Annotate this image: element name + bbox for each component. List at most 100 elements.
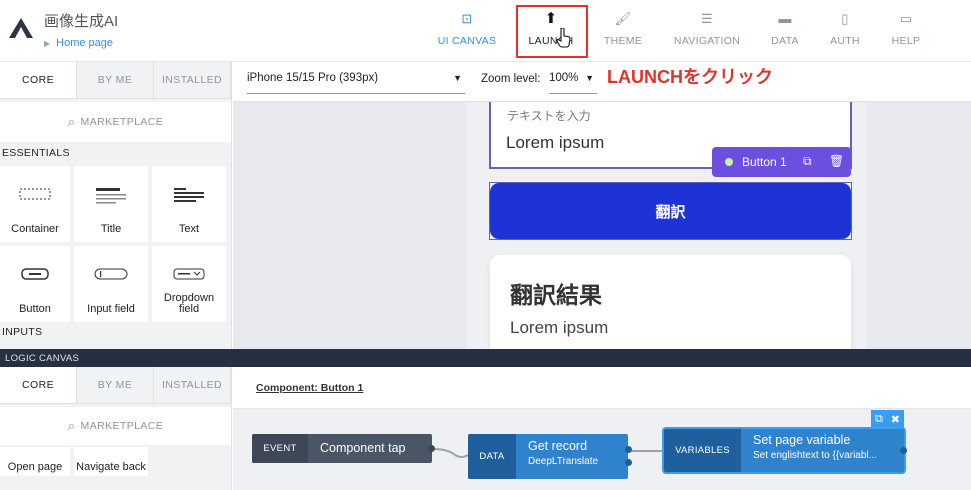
component-label: Container xyxy=(11,223,59,235)
container-icon xyxy=(19,188,51,200)
data-node[interactable]: DATA Get record DeepLTranslate xyxy=(468,434,628,479)
component-dropdown-field[interactable]: Dropdown field xyxy=(152,246,226,322)
component-label: Dropdown field xyxy=(163,292,215,315)
component-text[interactable]: Text xyxy=(152,166,226,242)
launch-highlight-box xyxy=(516,5,588,58)
zoom-label: Zoom level: xyxy=(481,73,541,85)
app-title: 画像生成AI xyxy=(44,13,119,30)
nav-label: NAVIGATION xyxy=(673,35,741,47)
nav-label: HELP xyxy=(891,35,921,47)
node-title: Set page variable xyxy=(753,433,851,447)
auth-file-icon: ▯ xyxy=(841,11,849,26)
selected-component-name: Button 1 xyxy=(742,155,787,169)
tab-installed[interactable]: INSTALLED xyxy=(154,367,231,403)
connector-port[interactable] xyxy=(428,445,435,452)
node-title: Component tap xyxy=(320,441,406,455)
input-field-icon xyxy=(94,268,128,280)
duplicate-icon[interactable]: ⧉ xyxy=(803,154,812,169)
nav-theme[interactable]: 🖌 THEME xyxy=(601,10,645,50)
event-node[interactable]: EVENT Component tap xyxy=(252,434,432,463)
breadcrumb[interactable]: ▶ Home page xyxy=(44,37,113,49)
marketplace-label: MARKETPLACE xyxy=(80,420,164,432)
navigation-list-icon: ☰ xyxy=(701,11,713,26)
node-body: Get record DeepLTranslate xyxy=(516,434,598,479)
tab-core[interactable]: CORE xyxy=(0,367,77,403)
title-icon xyxy=(96,188,126,204)
trash-icon[interactable]: 🗑 xyxy=(829,154,844,168)
selected-component-badge[interactable]: Button 1 ⧉ 🗑 xyxy=(712,147,851,177)
button-icon xyxy=(21,268,49,280)
component-label: Text xyxy=(178,223,200,235)
caret-right-icon: ▶ xyxy=(44,39,51,48)
component-label[interactable]: Component: Button 1 xyxy=(256,382,363,394)
nav-navigation[interactable]: ☰ NAVIGATION xyxy=(671,10,743,50)
logic-tabs: CORE BY ME INSTALLED xyxy=(0,367,231,404)
app-logo[interactable] xyxy=(9,18,33,38)
breadcrumb-home-page[interactable]: Home page xyxy=(56,37,113,49)
nav-label: DATA xyxy=(771,35,799,47)
device-select[interactable]: iPhone 15/15 Pro (393px) ▼ xyxy=(247,70,465,94)
connector-port[interactable] xyxy=(900,447,907,454)
component-label: Button xyxy=(19,303,51,315)
node-kind: DATA xyxy=(468,434,516,479)
marketplace-button[interactable]: ⌕ MARKETPLACE xyxy=(0,102,231,142)
nav-label: AUTH xyxy=(830,35,860,47)
component-button[interactable]: Button xyxy=(0,246,70,322)
zoom-select[interactable]: 100% ▼ xyxy=(549,70,597,94)
translate-button-label: 翻訳 xyxy=(655,203,686,221)
node-actions: ⧉ ✖ xyxy=(871,410,904,428)
input-value[interactable]: Lorem ipsum xyxy=(506,133,604,153)
node-subtitle: Set englishtext to {{variabl... xyxy=(753,450,877,461)
input-label: テキストを入力 xyxy=(507,109,591,123)
section-inputs: INPUTS xyxy=(0,326,231,340)
help-chat-icon: ▭ xyxy=(899,11,913,26)
node-body: Set page variable Set englishtext to {{v… xyxy=(741,429,877,472)
result-text: Lorem ipsum xyxy=(510,318,609,337)
variables-node[interactable]: VARIABLES Set page variable Set englisht… xyxy=(664,429,904,472)
result-title: 翻訳結果 xyxy=(510,282,602,308)
status-dot-icon xyxy=(725,158,733,166)
nav-label: THEME xyxy=(603,35,643,47)
dropdown-field-icon xyxy=(173,268,205,280)
dropdown-arrow-icon: ▼ xyxy=(453,73,462,83)
nav-auth[interactable]: ▯ AUTH xyxy=(827,10,863,50)
tab-by-me[interactable]: BY ME xyxy=(77,367,154,403)
component-tabs: CORE BY ME INSTALLED xyxy=(0,62,231,99)
logic-open-page[interactable]: Open page xyxy=(0,447,70,476)
connector-port[interactable] xyxy=(625,446,632,453)
marketplace-label: MARKETPLACE xyxy=(80,116,164,128)
tab-installed[interactable]: INSTALLED xyxy=(154,62,231,98)
close-icon[interactable]: ✖ xyxy=(891,413,900,426)
dropdown-arrow-icon: ▼ xyxy=(585,73,594,83)
device-value: iPhone 15/15 Pro (393px) xyxy=(247,72,379,84)
component-title[interactable]: Title xyxy=(74,166,148,242)
node-subtitle: DeepLTranslate xyxy=(528,456,599,467)
nav-data[interactable]: ▬ DATA xyxy=(768,10,802,50)
text-icon xyxy=(174,188,204,202)
nav-label: UI CANVAS xyxy=(437,35,497,47)
component-panel: CORE BY ME INSTALLED ⌕ MARKETPLACE ESSENT… xyxy=(0,62,232,349)
nav-ui-canvas[interactable]: ⊡ UI CANVAS xyxy=(436,10,498,50)
zoom-value: 100% xyxy=(549,72,579,84)
component-container[interactable]: Container xyxy=(0,166,70,242)
component-input-field[interactable]: Input field xyxy=(74,246,148,322)
component-label: Input field xyxy=(87,303,135,315)
duplicate-icon[interactable]: ⧉ xyxy=(875,413,883,426)
search-icon: ⌕ xyxy=(67,114,76,129)
node-kind: EVENT xyxy=(252,434,308,463)
section-essentials: ESSENTIALS xyxy=(0,147,231,161)
instruction-annotation: LAUNCHをクリック xyxy=(607,67,773,87)
translate-button[interactable]: 翻訳 xyxy=(490,183,851,239)
marketplace-button[interactable]: ⌕ MARKETPLACE xyxy=(0,407,231,445)
nav-help[interactable]: ▭ HELP xyxy=(888,10,924,50)
node-kind: VARIABLES xyxy=(664,429,741,472)
logic-canvas-bar[interactable]: LOGIC CANVAS xyxy=(0,349,971,367)
logic-navigate-back[interactable]: Navigate back xyxy=(74,447,148,476)
search-icon: ⌕ xyxy=(67,418,76,433)
tab-by-me[interactable]: BY ME xyxy=(77,62,154,98)
connector-port[interactable] xyxy=(625,459,632,466)
tab-core[interactable]: CORE xyxy=(0,62,77,98)
node-title: Get record xyxy=(528,439,588,453)
logic-panel: CORE BY ME INSTALLED ⌕ MARKETPLACE Open p… xyxy=(0,367,232,490)
theme-brush-icon: 🖌 xyxy=(614,11,632,26)
